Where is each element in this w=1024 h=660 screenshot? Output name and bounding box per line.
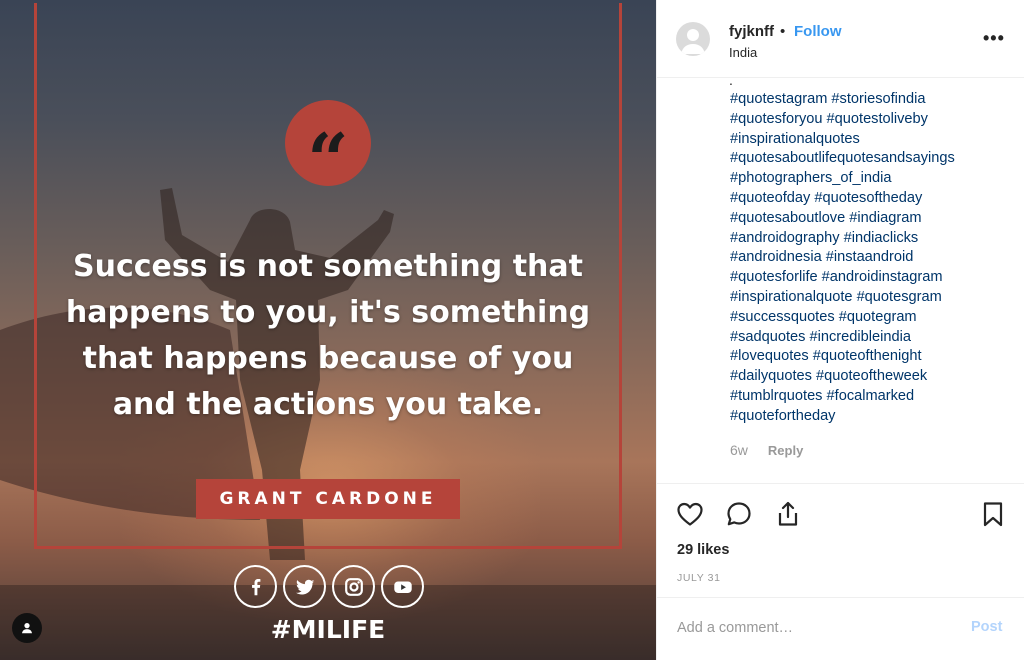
post-header: fyjknff • Follow India ••• <box>657 0 1024 78</box>
follow-button[interactable]: Follow <box>794 23 842 40</box>
avatar[interactable] <box>676 22 710 56</box>
comment-icon[interactable] <box>725 500 753 528</box>
hashtag-line[interactable]: #inspirationalquote #quotesgram <box>730 288 1020 308</box>
caption-hashtags: #quotestagram #storiesofindia #quotesfory… <box>730 90 1020 427</box>
comment-box: Post <box>657 597 1024 660</box>
username-link[interactable]: fyjknff <box>729 23 774 40</box>
youtube-icon <box>381 565 424 608</box>
twitter-icon <box>283 565 326 608</box>
social-icons <box>234 565 424 608</box>
hashtag-line[interactable]: #androidography #indiaclicks <box>730 229 1020 249</box>
quote-text: Success is not something that happens to… <box>65 249 591 422</box>
reply-button[interactable]: Reply <box>768 443 803 458</box>
hashtag-line[interactable]: #sadquotes #incredibleindia <box>730 328 1020 348</box>
share-icon[interactable] <box>774 500 802 528</box>
post-date[interactable]: JULY 31 <box>677 572 721 584</box>
post-sidebar: fyjknff • Follow India ••• . #quotestagr… <box>656 0 1024 660</box>
post-comment-button[interactable]: Post <box>971 619 1002 635</box>
location-link[interactable]: India <box>729 45 757 60</box>
instagram-icon <box>332 565 375 608</box>
heart-icon[interactable] <box>676 500 704 528</box>
hashtag-line[interactable]: #successquotes #quotegram <box>730 308 1020 328</box>
quote-author: GRANT CARDONE <box>196 479 460 519</box>
hashtag-line[interactable]: #quotefortheday <box>730 407 1020 427</box>
hashtag-line[interactable]: #quotesforlife #androidinstagram <box>730 268 1020 288</box>
bookmark-icon[interactable] <box>979 500 1007 528</box>
hashtag-line[interactable]: #tumblrquotes #focalmarked <box>730 387 1020 407</box>
hashtag-line[interactable]: #androidnesia #instaandroid <box>730 248 1020 268</box>
hashtag-line[interactable]: #quotestagram #storiesofindia <box>730 90 1020 110</box>
post-image[interactable]: “ Success is not something that happens … <box>0 0 656 660</box>
brand-hashtag: #MILIFE <box>270 615 386 644</box>
caption-fragment: . <box>729 79 733 88</box>
facebook-icon <box>234 565 277 608</box>
hashtag-line[interactable]: #photographers_of_india <box>730 169 1020 189</box>
hashtag-line[interactable]: #quotesaboutlove #indiagram <box>730 209 1020 229</box>
likes-count[interactable]: 29 likes <box>677 542 729 558</box>
comment-time[interactable]: 6w <box>730 442 748 458</box>
action-bar: 29 likes JULY 31 <box>657 483 1024 597</box>
hashtag-line[interactable]: #quoteofday #quotesoftheday <box>730 189 1020 209</box>
comment-input[interactable] <box>677 616 957 640</box>
hashtag-line[interactable]: #quotesforyou #quotestoliveby <box>730 110 1020 130</box>
more-options-icon[interactable]: ••• <box>983 28 1005 49</box>
comments-section[interactable]: . #quotestagram #storiesofindia #quotesfo… <box>657 79 1024 483</box>
separator-dot: • <box>780 23 786 40</box>
hashtag-line[interactable]: #inspirationalquotes <box>730 130 1020 150</box>
tagged-user-icon[interactable] <box>12 613 42 643</box>
hashtag-line[interactable]: #lovequotes #quoteofthenight <box>730 347 1020 367</box>
hashtag-line[interactable]: #quotesaboutlifequotesandsayings <box>730 149 1020 169</box>
comment-meta: 6w Reply <box>730 442 803 458</box>
quote-mark-icon: “ <box>285 100 371 196</box>
hashtag-line[interactable]: #dailyquotes #quoteoftheweek <box>730 367 1020 387</box>
